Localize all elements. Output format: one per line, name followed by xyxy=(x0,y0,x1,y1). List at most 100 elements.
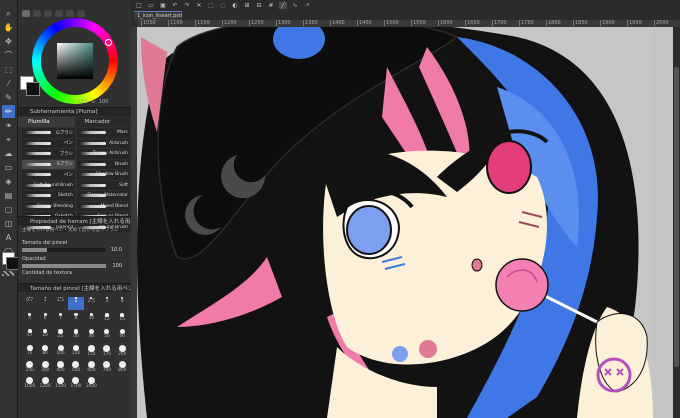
artwork[interactable] xyxy=(137,27,653,418)
brush-size-option[interactable]: 20 xyxy=(37,329,52,342)
brush-size-option[interactable]: 1000 xyxy=(22,377,37,390)
brush-item[interactable]: Sブラシ xyxy=(22,159,75,169)
color-history-tab[interactable] xyxy=(77,9,85,17)
zoom-tool-icon[interactable]: ⌕ xyxy=(2,7,15,20)
brush-size-option[interactable]: 70 xyxy=(22,345,37,358)
clear-icon[interactable]: ✕ xyxy=(195,2,203,9)
brush-item[interactable]: Gブラシ xyxy=(22,128,75,138)
brush-size-option[interactable]: 200 xyxy=(115,345,130,358)
open-icon[interactable]: ▭ xyxy=(147,2,155,9)
brush-size-option[interactable]: 1700 xyxy=(68,377,83,390)
brush-size-option[interactable]: 5 xyxy=(22,313,37,326)
deselect-icon[interactable]: ◌ xyxy=(219,2,227,9)
brush-size-option[interactable]: 3 xyxy=(99,297,114,310)
brush-size-option[interactable]: 60 xyxy=(115,329,130,342)
brush-item[interactable]: ペン xyxy=(22,138,75,148)
selection-tool-icon[interactable]: ⬚ xyxy=(2,63,15,76)
ruler-snap-icon[interactable]: ⊟ xyxy=(255,2,263,9)
pencil-tool-icon[interactable]: ✏ xyxy=(2,105,15,118)
brush-item[interactable]: Soft xyxy=(77,180,130,190)
brush-item[interactable]: Floppy Watercolor xyxy=(77,191,130,201)
sub-color-preview[interactable] xyxy=(26,82,40,96)
save-icon[interactable]: ▣ xyxy=(159,2,167,9)
brush-item[interactable]: Sketch xyxy=(22,191,75,201)
brush-size-option[interactable]: 600 xyxy=(84,361,99,374)
brush-size-option[interactable]: 100 xyxy=(53,345,68,358)
brush-item[interactable]: Mixed Blend xyxy=(77,201,130,211)
brush-size-option[interactable]: 250 xyxy=(22,361,37,374)
approximate-color-tab[interactable] xyxy=(66,9,74,17)
new-icon[interactable]: □ xyxy=(135,2,143,9)
brush-size-option[interactable]: 12 xyxy=(99,313,114,326)
saturation-value-square[interactable] xyxy=(57,43,93,79)
texture-row[interactable]: Cantidad de textura xyxy=(22,270,130,280)
brush-size-option[interactable]: 2 xyxy=(68,297,84,310)
transform-icon[interactable]: ⬚ xyxy=(207,2,215,9)
brush-size-option[interactable]: 2000 xyxy=(84,377,99,390)
brush-size-option[interactable]: 300 xyxy=(37,361,52,374)
brush-item[interactable]: Shadow Brush xyxy=(77,170,130,180)
brush-size-slider[interactable] xyxy=(22,248,106,252)
brush-item[interactable]: Floppy Airbrush xyxy=(77,149,130,159)
brush-size-option[interactable]: 120 xyxy=(68,345,83,358)
brush-size-option[interactable]: 6 xyxy=(37,313,52,326)
brush-size-option[interactable]: 1200 xyxy=(37,377,52,390)
brush-size-option[interactable]: 30 xyxy=(68,329,83,342)
brush-size-option[interactable]: 40 xyxy=(84,329,99,342)
brush-item[interactable]: ブラシ xyxy=(22,149,75,159)
hand-tool-icon[interactable]: ✋ xyxy=(2,21,15,34)
brush-item[interactable]: Soft Round Brush xyxy=(22,180,75,190)
hue-cursor[interactable] xyxy=(105,39,112,46)
brush-size-option[interactable]: 4 xyxy=(115,297,130,310)
brush-size-option[interactable]: 2.5 xyxy=(84,297,99,310)
invert-icon[interactable]: ◐ xyxy=(231,2,239,9)
lasso-tool-icon[interactable]: ⌒ xyxy=(2,49,15,62)
vertical-scrollbar[interactable] xyxy=(673,27,680,418)
brush-size-option[interactable]: 1500 xyxy=(53,377,68,390)
brush-size-option[interactable]: 500 xyxy=(68,361,83,374)
brush-size-option[interactable]: 10 xyxy=(84,313,99,326)
brush-size-option[interactable]: 80 xyxy=(37,345,52,358)
brush-item[interactable]: Floppy Blending xyxy=(22,201,75,211)
brush-size-option[interactable]: 50 xyxy=(99,329,114,342)
brush-tool-icon[interactable]: ❧ xyxy=(2,119,15,132)
opacity-row[interactable]: Opacidad 100 xyxy=(22,256,130,269)
redo-icon[interactable]: ↷ xyxy=(183,2,191,9)
line-icon[interactable]: ╱ xyxy=(279,1,287,9)
brush-item[interactable]: Airbrush xyxy=(77,138,130,148)
brush-size-option[interactable]: 170 xyxy=(99,345,114,358)
color-wheel[interactable] xyxy=(32,18,118,104)
gradient-tool-icon[interactable]: ▤ xyxy=(2,189,15,202)
brush-size-option[interactable]: 0.7 xyxy=(22,297,37,310)
brush-size-option[interactable]: 400 xyxy=(53,361,68,374)
eyedropper-tool-icon[interactable]: ⁄ xyxy=(2,77,15,90)
brush-size-option[interactable]: 17 xyxy=(22,329,37,342)
brush-size-option[interactable]: 1.5 xyxy=(53,297,68,310)
transparent-swatch[interactable] xyxy=(2,271,14,276)
brush-size-option[interactable]: 150 xyxy=(84,345,99,358)
move-tool-icon[interactable]: ✥ xyxy=(2,35,15,48)
brush-size-option[interactable]: 700 xyxy=(99,361,114,374)
opacity-slider[interactable] xyxy=(22,264,106,268)
brush-size-option[interactable]: 15 xyxy=(115,313,130,326)
undo-icon[interactable]: ↶ xyxy=(171,2,179,9)
tab-plumilla[interactable]: Plumilla xyxy=(18,117,75,127)
brush-size-option[interactable]: 7 xyxy=(53,313,68,326)
airbrush-tool-icon[interactable]: ⌖ xyxy=(2,133,15,146)
brush-size-option[interactable]: 8 xyxy=(68,313,83,326)
pen-tool-icon[interactable]: ✎ xyxy=(2,91,15,104)
polyline-icon[interactable]: ⩘ xyxy=(303,1,311,9)
text-tool-icon[interactable]: A xyxy=(2,231,15,244)
curve-icon[interactable]: ∿ xyxy=(291,2,299,9)
tab-marcador[interactable]: Marcador xyxy=(74,117,131,127)
fill-tool-icon[interactable]: ◈ xyxy=(2,175,15,188)
color-wheel-tab[interactable] xyxy=(22,9,30,17)
intermediate-color-tab[interactable] xyxy=(55,9,63,17)
brush-item[interactable]: Brush xyxy=(77,159,130,169)
brush-size-option[interactable]: 25 xyxy=(53,329,68,342)
brush-size-option[interactable]: 800 xyxy=(115,361,130,374)
color-slider-tab[interactable] xyxy=(33,9,41,17)
snap-icon[interactable]: ⊞ xyxy=(243,2,251,9)
brush-size-row[interactable]: Tamaño del pincel 10.0 xyxy=(22,240,130,253)
blend-tool-icon[interactable]: ☁ xyxy=(2,147,15,160)
